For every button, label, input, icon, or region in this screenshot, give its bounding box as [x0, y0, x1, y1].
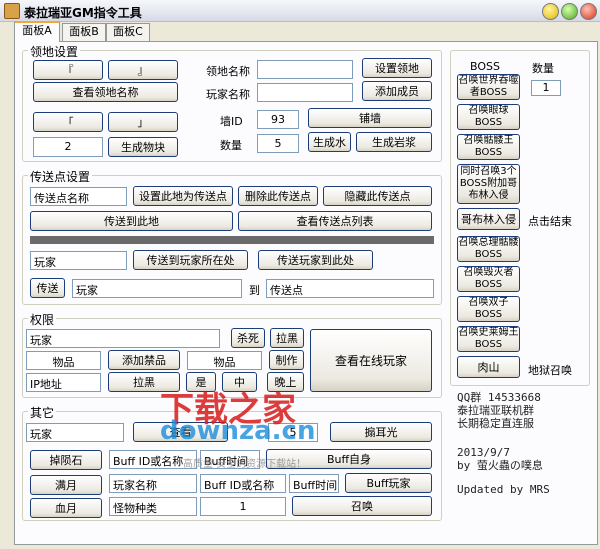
perm-player-input[interactable]: 玩家 [26, 329, 220, 348]
territory-name-label: 领地名称 [206, 65, 250, 78]
quantity-label: 数量 [220, 139, 242, 152]
slap-button[interactable]: 搧耳光 [330, 422, 432, 442]
blacklist-button[interactable]: 拉黑 [270, 328, 304, 348]
permissions-title: 权限 [28, 311, 57, 328]
monster-type-input[interactable]: 怪物种类 [109, 497, 197, 516]
progress-bar-fill [31, 237, 433, 243]
app-icon [4, 3, 20, 19]
territory-right-button[interactable]: 』 [108, 60, 178, 80]
teleport-here-button[interactable]: 传送到此地 [30, 211, 233, 231]
qq-group-text: QQ群 14533668 [457, 391, 541, 404]
monster-quantity-input[interactable]: 1 [200, 497, 286, 516]
watermark-logo-en: downza.cn [160, 416, 316, 446]
summon-skeletron-prime-button[interactable]: 召唤总理骷髅BOSS [457, 236, 520, 262]
territory-title: 领地设置 [28, 43, 81, 60]
boss-quantity-input[interactable]: 1 [531, 80, 561, 96]
meteor-button[interactable]: 掉陨石 [30, 450, 102, 470]
summon-eater-of-worlds-button[interactable]: 召唤世界吞噬者BOSS [457, 74, 520, 100]
block-count-input[interactable]: 2 [33, 137, 103, 157]
view-online-players-button[interactable]: 查看在线玩家 [310, 329, 432, 392]
player-name-label: 玩家名称 [206, 88, 250, 101]
tab-panel-a[interactable]: 面板A [14, 21, 60, 42]
teleport-target-point-input[interactable]: 传送点 [266, 279, 434, 298]
tab-panel-b[interactable]: 面板B [62, 23, 106, 41]
goblin-invasion-button[interactable]: 哥布林入侵 [457, 208, 520, 230]
teleport-to-player-button[interactable]: 传送到玩家所在处 [133, 250, 248, 270]
generate-lava-button[interactable]: 生成岩浆 [356, 132, 432, 152]
add-member-button[interactable]: 添加成员 [362, 81, 432, 101]
to-label: 到 [249, 284, 260, 297]
teleport-player-here-button[interactable]: 传送玩家到此处 [258, 250, 373, 270]
author-text: by 萤火蟲の噗息 [457, 459, 543, 472]
delete-teleport-point-button[interactable]: 删除此传送点 [238, 186, 318, 206]
others-player-input[interactable]: 玩家 [26, 423, 124, 442]
teleport-point-name-input[interactable]: 传送点名称 [30, 187, 127, 206]
boss-header: BOSS [470, 60, 500, 73]
summon-eye-button[interactable]: 召唤眼球BOSS [457, 104, 520, 130]
summon-destroyer-button[interactable]: 召唤毁灭者BOSS [457, 266, 520, 292]
generate-water-button[interactable]: 生成水 [308, 132, 351, 152]
craft-item-input[interactable]: 物品 [187, 351, 262, 370]
info-line-2: 泰拉瑞亚联机群 [457, 404, 534, 417]
view-teleport-list-button[interactable]: 查看传送点列表 [238, 211, 432, 231]
watermark-subtitle: 高质量·安全的资源下载站！ [183, 459, 307, 470]
add-banned-item-button[interactable]: 添加禁品 [108, 350, 180, 370]
click-end-label: 点击结束 [528, 215, 572, 228]
progress-bar [30, 236, 434, 244]
hell-summon-label: 地狱召唤 [528, 364, 572, 377]
teleport-button[interactable]: 传送 [30, 278, 65, 298]
blood-moon-button[interactable]: 血月 [30, 498, 102, 518]
date-text: 2013/9/7 [457, 446, 510, 459]
hide-teleport-point-button[interactable]: 隐藏此传送点 [323, 186, 432, 206]
craft-button[interactable]: 制作 [269, 350, 304, 370]
full-moon-button[interactable]: 满月 [30, 475, 102, 495]
minimize-button[interactable] [542, 3, 559, 20]
set-territory-button[interactable]: 设置领地 [362, 58, 432, 78]
view-territory-names-button[interactable]: 查看领地名称 [33, 82, 178, 102]
summon-twins-button[interactable]: 召唤双子BOSS [457, 296, 520, 322]
generate-block-button[interactable]: 生成物块 [108, 137, 178, 157]
boss-quantity-label: 数量 [532, 62, 554, 75]
wall-id-input[interactable]: 93 [257, 110, 299, 129]
tab-panel-c[interactable]: 面板C [106, 23, 150, 41]
territory-name-input[interactable] [257, 60, 353, 79]
teleport-source-player-input[interactable]: 玩家 [72, 279, 242, 298]
ip-address-input[interactable]: IP地址 [26, 373, 101, 392]
buff-player-button[interactable]: Buff玩家 [345, 473, 432, 493]
summon-button[interactable]: 召唤 [292, 496, 432, 516]
updated-by-text: Updated by MRS [457, 483, 550, 496]
quantity-input[interactable]: 5 [257, 134, 299, 153]
territory-left-button[interactable]: 『 [33, 60, 103, 80]
player-name-input[interactable] [257, 83, 353, 102]
window-title: 泰拉瑞亚GM指令工具 [24, 6, 142, 20]
others-title: 其它 [28, 404, 57, 421]
close-button[interactable] [580, 3, 597, 20]
corner-right-button[interactable]: 」 [108, 112, 178, 132]
teleport-player-input[interactable]: 玩家 [30, 251, 127, 270]
buff-player-name-input[interactable]: 玩家名称 [109, 474, 197, 493]
info-line-3: 长期稳定直连服 [457, 417, 534, 430]
summon-king-slime-button[interactable]: 召唤史莱姆王BOSS [457, 326, 520, 352]
maximize-button[interactable] [561, 3, 578, 20]
wall-id-label: 墙ID [220, 115, 243, 128]
buff-player-id-input[interactable]: Buff ID或名称 [200, 474, 286, 493]
corner-left-button[interactable]: 「 [33, 112, 103, 132]
lay-wall-button[interactable]: 铺墙 [308, 108, 432, 128]
summon-skeletron-button[interactable]: 召唤骷髅王BOSS [457, 134, 520, 160]
teleport-title: 传送点设置 [28, 168, 93, 185]
kill-button[interactable]: 杀死 [231, 328, 265, 348]
summon-three-bosses-button[interactable]: 同时召唤3个BOSS附加哥布林入侵 [457, 164, 520, 204]
set-teleport-point-button[interactable]: 设置此地为传送点 [133, 186, 233, 206]
buff-player-time-input[interactable]: Buff时间 [289, 474, 339, 493]
item-input[interactable]: 物品 [26, 351, 101, 370]
wall-of-flesh-button[interactable]: 肉山 [457, 356, 520, 378]
